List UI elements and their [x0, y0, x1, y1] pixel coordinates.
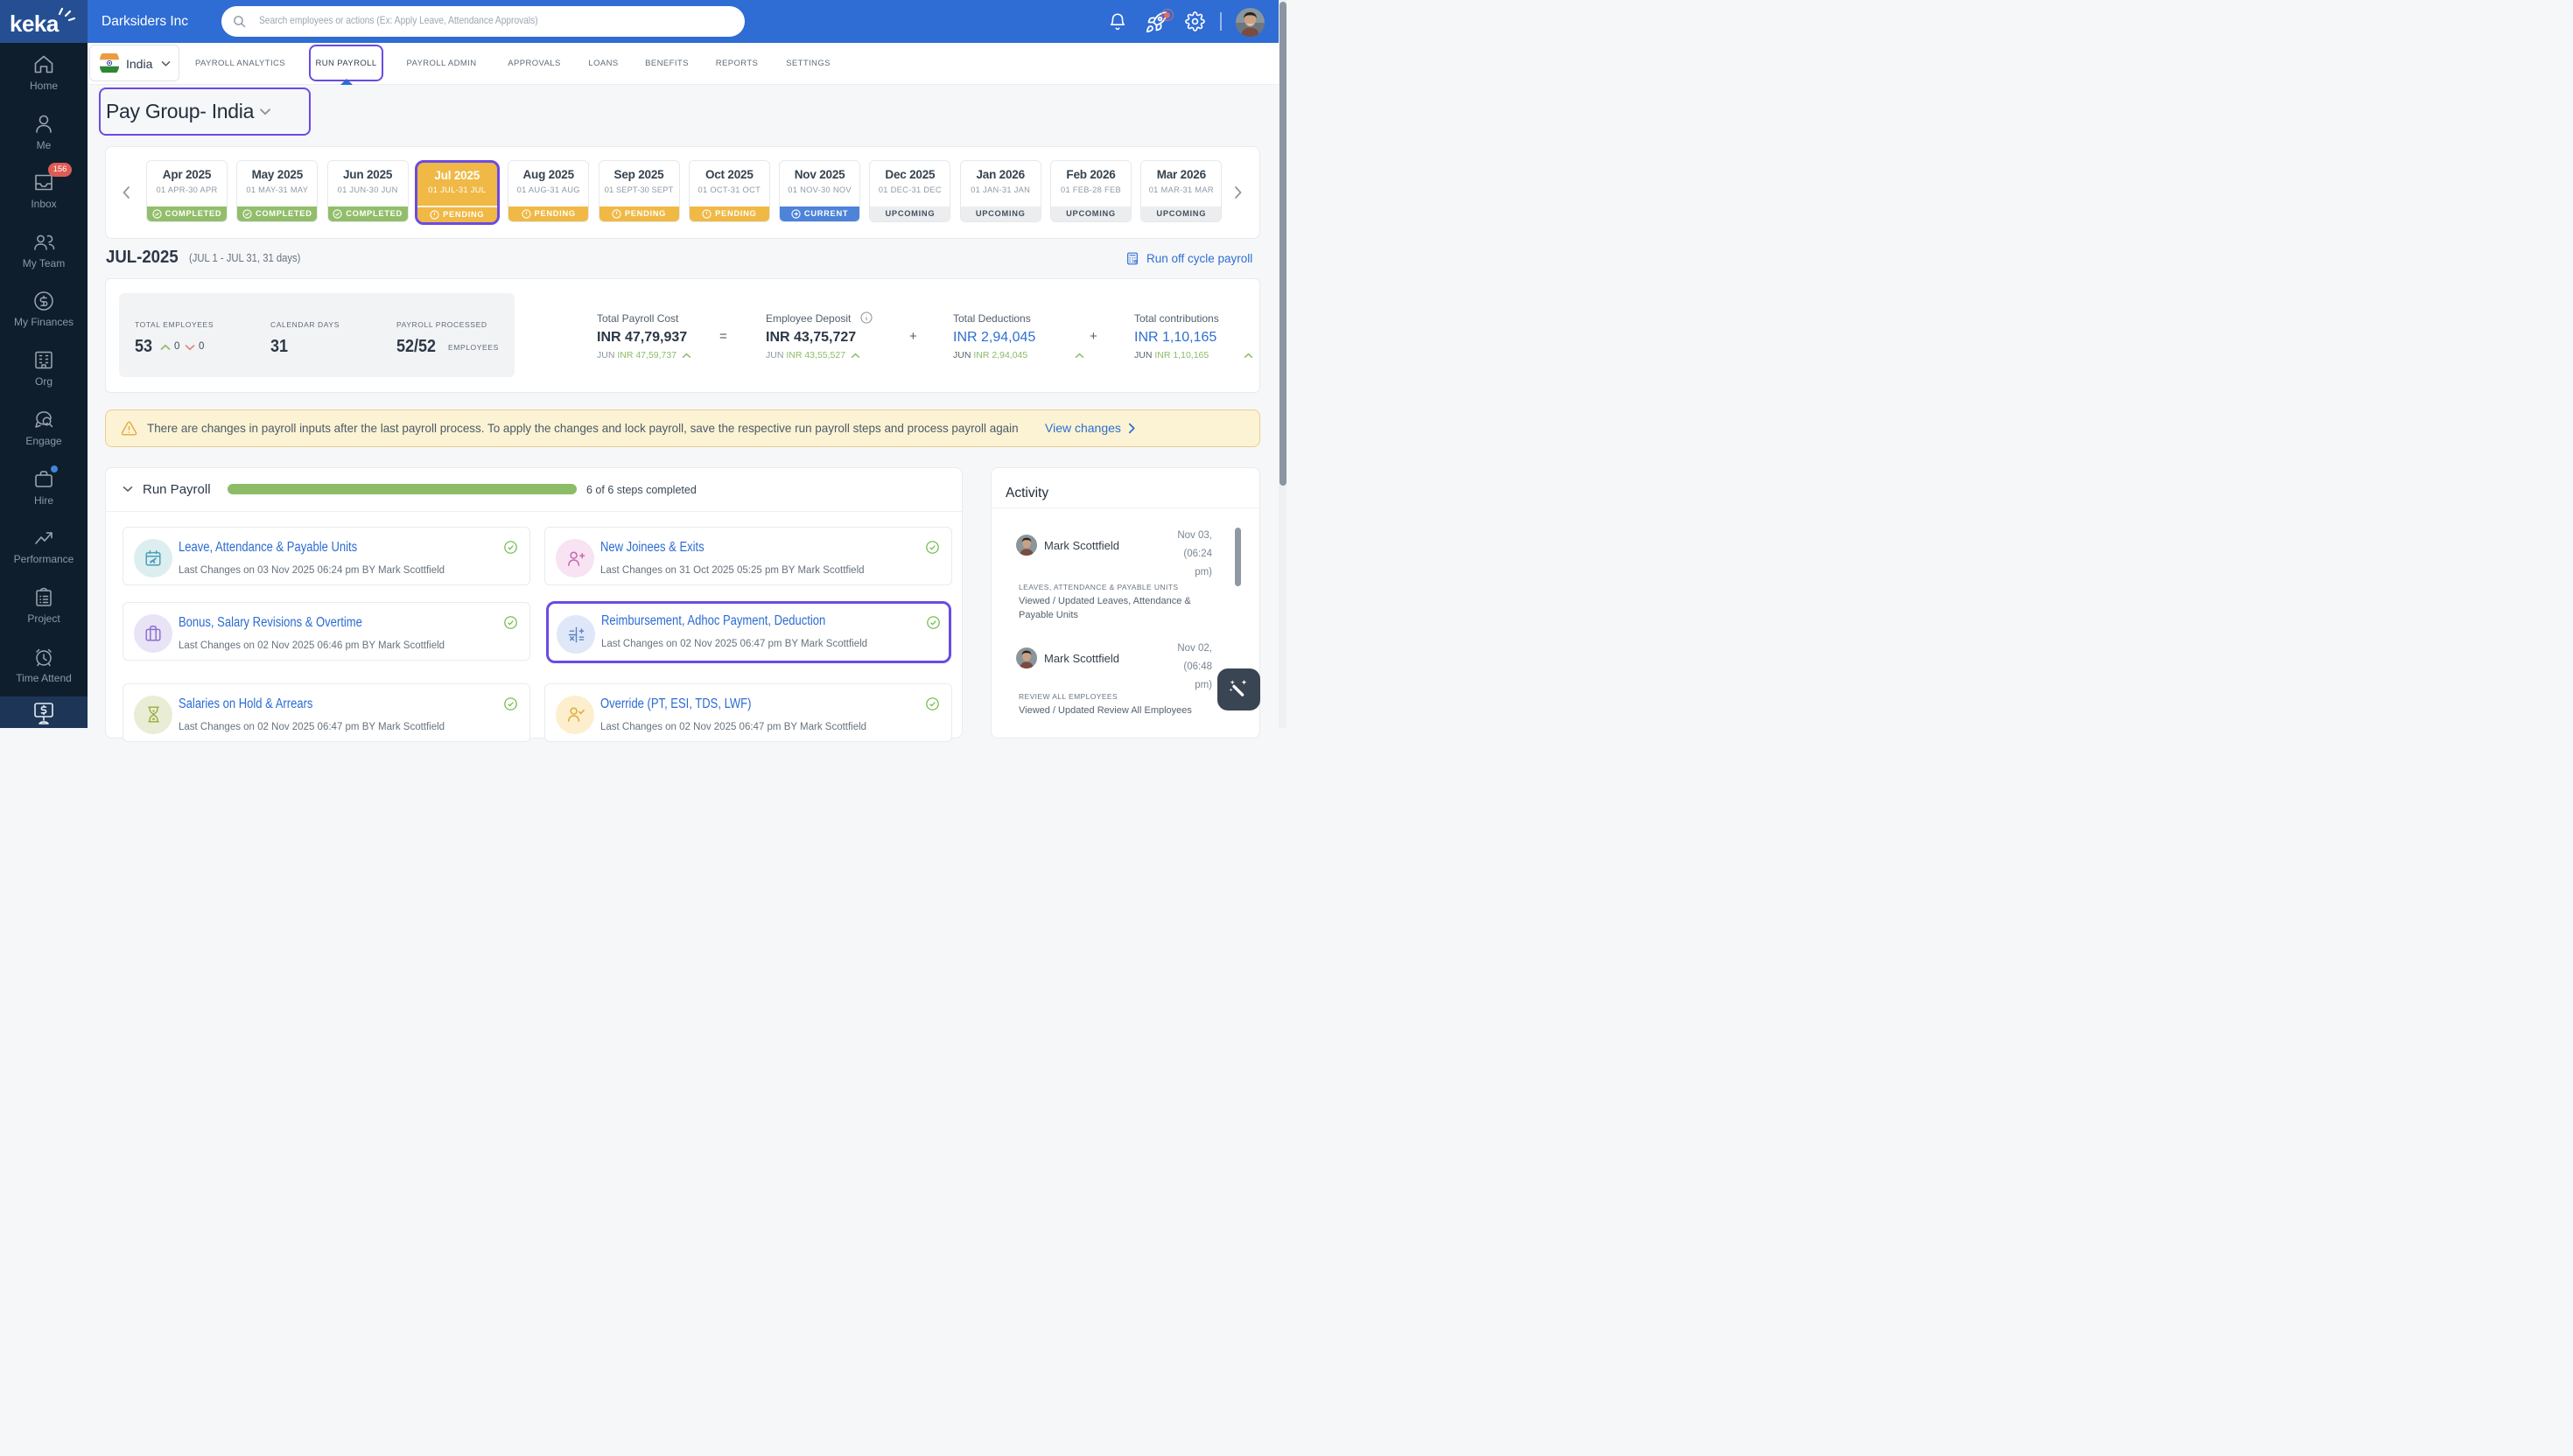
svg-text:keka: keka: [10, 10, 60, 37]
